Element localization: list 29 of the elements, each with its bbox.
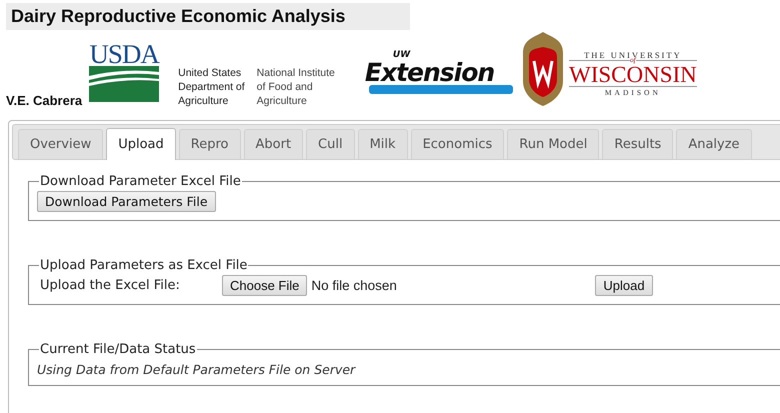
section-legend: Download Parameter Excel File (39, 174, 242, 189)
tab[interactable]: Repro (178, 129, 240, 159)
university-name: WISCONSIN (568, 64, 697, 87)
section-legend: Upload Parameters as Excel File (39, 258, 248, 273)
extension-prefix: UW (392, 50, 410, 60)
tab[interactable]: Upload (106, 128, 176, 160)
file-status: No file chosen (311, 278, 398, 293)
choose-file-button[interactable]: Choose File (222, 275, 308, 296)
institute-name: National Institute of Food and Agriculture (256, 66, 335, 108)
extension-wordmark: Extension (364, 61, 494, 85)
download-button[interactable]: Download Parameters File (37, 191, 216, 212)
author-name: V.E. Cabrera (6, 93, 82, 108)
app-title: Dairy Reproductive Economic Analysis (6, 3, 410, 30)
field-stripes-icon (89, 66, 160, 102)
tab[interactable]: Results (602, 129, 674, 159)
crest-icon (520, 31, 565, 107)
tab[interactable]: Overview (18, 129, 104, 159)
usda-wordmark: USDA (89, 42, 159, 66)
field-label: Upload the Excel File: (40, 278, 181, 293)
tab[interactable]: Analyze (676, 129, 752, 159)
tab[interactable]: Economics (410, 129, 504, 159)
tab[interactable]: Abort (244, 129, 304, 159)
tab[interactable]: Run Model (507, 129, 600, 159)
status-text: Using Data from Default Parameters File on Server (37, 361, 357, 377)
upload-button[interactable]: Upload (595, 275, 653, 296)
tab[interactable]: Cull (306, 129, 355, 159)
tab[interactable]: Milk (358, 129, 408, 159)
agency-name: United States Department of Agriculture (178, 66, 245, 108)
section-legend: Current File/Data Status (39, 342, 197, 357)
